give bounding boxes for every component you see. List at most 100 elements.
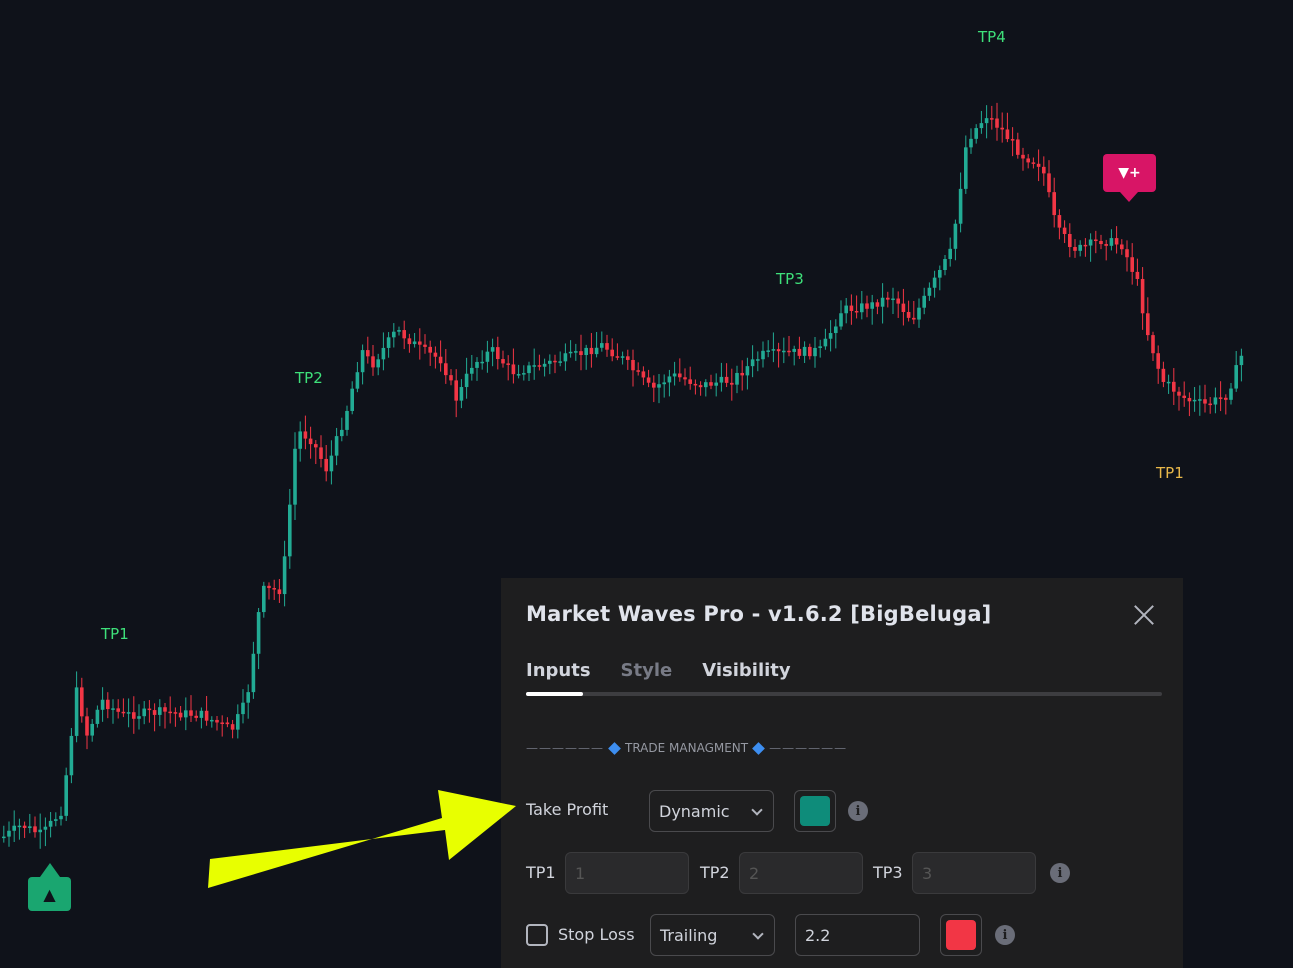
candle-body <box>688 379 692 384</box>
candle-body <box>1166 381 1171 384</box>
section-dashes-right: —————— <box>769 741 848 755</box>
candle-body <box>324 458 328 472</box>
candle-body <box>849 305 854 311</box>
candle-body <box>158 707 162 715</box>
candle-body <box>683 377 687 380</box>
candle-body <box>1224 397 1228 400</box>
candle-body <box>106 699 110 710</box>
candle-body <box>220 722 224 724</box>
candle-body <box>376 359 380 368</box>
candle-body <box>896 298 900 304</box>
candle-body <box>865 303 869 309</box>
candle-body <box>168 711 172 714</box>
info-icon[interactable]: i <box>1050 863 1070 883</box>
candle-body <box>740 372 744 376</box>
info-icon[interactable]: i <box>848 801 868 821</box>
candle-body <box>100 699 105 710</box>
tp3-input[interactable]: 3 <box>912 852 1036 894</box>
candle-body <box>277 589 282 595</box>
candle-body <box>823 338 828 347</box>
candle-body <box>1140 278 1145 314</box>
candle-body <box>475 361 479 368</box>
tp2-input[interactable]: 2 <box>739 852 863 894</box>
tp2-input-label: TP2 <box>700 863 730 882</box>
candle-body <box>1000 127 1004 130</box>
tp1-input[interactable]: 1 <box>565 852 689 894</box>
candle-body <box>527 365 531 374</box>
stop-loss-checkbox[interactable] <box>526 924 548 946</box>
stop-loss-mode-select[interactable]: Trailing <box>650 914 775 956</box>
candle-body <box>1016 139 1020 155</box>
candle-body <box>1109 238 1114 246</box>
candle-body <box>979 123 984 129</box>
candle-body <box>1182 395 1186 398</box>
candle-body <box>589 347 594 355</box>
tab-style[interactable]: Style <box>621 660 673 681</box>
stop-loss-value-input[interactable]: 2.2 <box>795 914 920 956</box>
candle-body <box>1073 247 1077 251</box>
tp1-label-left: TP1 <box>101 625 129 643</box>
candle-body <box>932 277 937 288</box>
candle-body <box>215 719 219 723</box>
candle-body <box>1135 271 1140 279</box>
candle-body <box>418 341 422 345</box>
candle-body <box>256 612 261 654</box>
candle-body <box>969 138 973 148</box>
candle-body <box>204 710 209 721</box>
tab-active-indicator <box>526 692 583 696</box>
candle-body <box>532 365 536 367</box>
stop-loss-color-button[interactable] <box>940 914 982 956</box>
candle-body <box>860 303 864 313</box>
take-profit-color-button[interactable] <box>794 790 836 832</box>
candle-body <box>1239 355 1244 366</box>
candle-body <box>43 826 48 830</box>
take-profit-mode-value: Dynamic <box>659 801 730 821</box>
candle-body <box>797 348 802 356</box>
candle-body <box>646 377 651 383</box>
candle-body <box>386 337 391 348</box>
candle-body <box>792 348 796 352</box>
tab-bar: Inputs Style Visibility <box>526 660 791 681</box>
candle-body <box>906 312 911 318</box>
tab-inputs[interactable]: Inputs <box>526 660 591 681</box>
take-profit-mode-select[interactable]: Dynamic <box>649 790 774 832</box>
candle-body <box>490 347 495 352</box>
candle-body <box>766 350 770 352</box>
close-icon[interactable] <box>1131 602 1157 628</box>
candle-body <box>173 712 178 714</box>
candle-body <box>433 352 438 357</box>
candle-body <box>22 825 27 828</box>
candle-body <box>496 347 500 360</box>
candle-body <box>844 305 848 314</box>
candle-body <box>33 826 37 833</box>
candle-body <box>594 347 599 355</box>
candle-body <box>288 504 292 557</box>
candle-body <box>745 366 750 376</box>
candle-body <box>542 363 547 367</box>
candle-body <box>64 775 68 816</box>
candle-body <box>834 326 838 334</box>
stop-loss-label: Stop Loss <box>558 925 635 944</box>
candle-body <box>943 259 947 270</box>
section-header: —————— TRADE MANAGMENT —————— <box>526 741 847 755</box>
candle-body <box>1229 388 1233 400</box>
info-icon[interactable]: i <box>995 925 1015 945</box>
candle-body <box>548 360 552 364</box>
buy-signal-marker[interactable]: ▲ <box>28 863 71 911</box>
candle-body <box>69 735 74 776</box>
candle-body <box>12 825 16 831</box>
tp1-input-label: TP1 <box>526 863 556 882</box>
sell-signal-marker[interactable]: ▼+ <box>1103 154 1156 202</box>
candle-body <box>251 653 256 693</box>
section-dashes-left: —————— <box>526 741 604 755</box>
candle-body <box>350 388 354 411</box>
color-swatch <box>946 920 976 950</box>
candle-body <box>210 719 214 722</box>
candle-body <box>1047 173 1051 193</box>
candle-body <box>126 712 131 714</box>
candle-body <box>423 344 427 347</box>
tab-visibility[interactable]: Visibility <box>702 660 790 681</box>
candle-body <box>90 723 94 736</box>
stop-loss-mode-value: Trailing <box>660 925 718 945</box>
candle-body <box>1099 240 1103 245</box>
